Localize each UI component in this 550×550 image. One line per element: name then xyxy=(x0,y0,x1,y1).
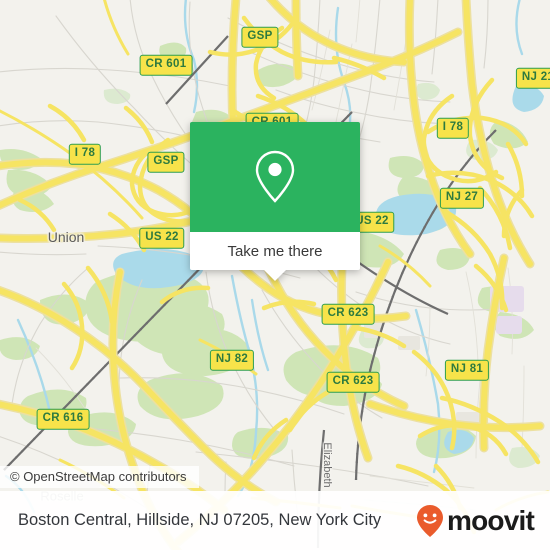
road-shield: NJ 82 xyxy=(209,349,255,371)
road-shield: CR 623 xyxy=(321,303,375,325)
popup-action-panel[interactable]: Take me there xyxy=(190,232,360,281)
road-shield: CR 616 xyxy=(36,408,90,430)
location-title: Boston Central, Hillside, NJ 07205, New … xyxy=(18,511,382,529)
road-shield: US 22 xyxy=(139,227,185,249)
moovit-wordmark: moovit xyxy=(447,504,535,536)
footer-bar: Boston Central, Hillside, NJ 07205, New … xyxy=(0,491,550,550)
road-shield: GSP xyxy=(241,26,279,48)
road-shield: NJ 27 xyxy=(439,187,485,209)
popup-pointer-tail xyxy=(264,270,286,281)
place-label: Elizabeth xyxy=(321,442,333,488)
map-pin-icon xyxy=(255,150,295,203)
popup-icon-panel xyxy=(190,122,360,232)
road-shield: NJ 21 xyxy=(515,67,550,89)
road-shield: CR 623 xyxy=(326,371,380,393)
osm-attribution[interactable]: © OpenStreetMap contributors xyxy=(0,466,199,488)
moovit-smiley-pin-icon xyxy=(417,504,444,537)
place-label: Union xyxy=(47,229,85,245)
road-shield: I 78 xyxy=(68,143,102,165)
road-shield: GSP xyxy=(147,151,185,173)
road-shield: NJ 81 xyxy=(444,359,490,381)
take-me-there-popup[interactable]: Take me there xyxy=(190,122,360,281)
road-shield: CR 601 xyxy=(139,54,193,76)
map-screenshot: .rd { fill:none; stroke:#f6e463; stroke-… xyxy=(0,0,550,550)
take-me-there-label: Take me there xyxy=(227,242,323,260)
moovit-brand[interactable]: moovit xyxy=(415,504,535,538)
road-shield: I 78 xyxy=(436,117,470,139)
